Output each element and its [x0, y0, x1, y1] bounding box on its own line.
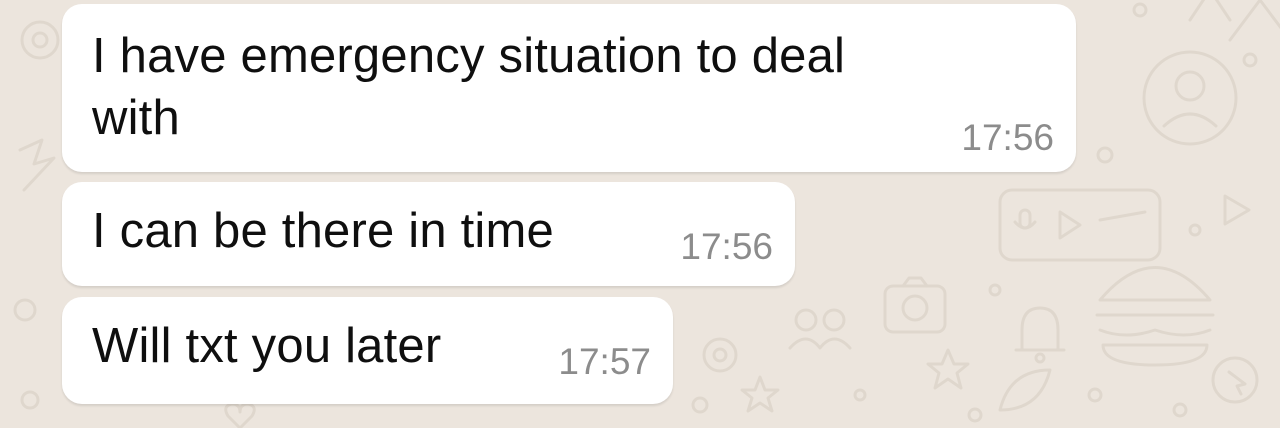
chat-thread: I have emergency situation to deal with … — [0, 0, 1280, 428]
message-text: I have emergency situation to deal with — [92, 29, 846, 145]
message-timestamp: 17:56 — [961, 117, 1054, 158]
message-timestamp: 17:57 — [558, 341, 651, 382]
message-timestamp: 17:56 — [680, 226, 773, 267]
message-bubble[interactable]: I can be there in time 17:56 — [62, 182, 795, 286]
message-bubble[interactable]: I have emergency situation to deal with … — [62, 4, 1076, 172]
message-bubble[interactable]: Will txt you later 17:57 — [62, 297, 673, 404]
message-text: Will txt you later — [92, 319, 442, 373]
message-text: I can be there in time — [92, 204, 554, 258]
